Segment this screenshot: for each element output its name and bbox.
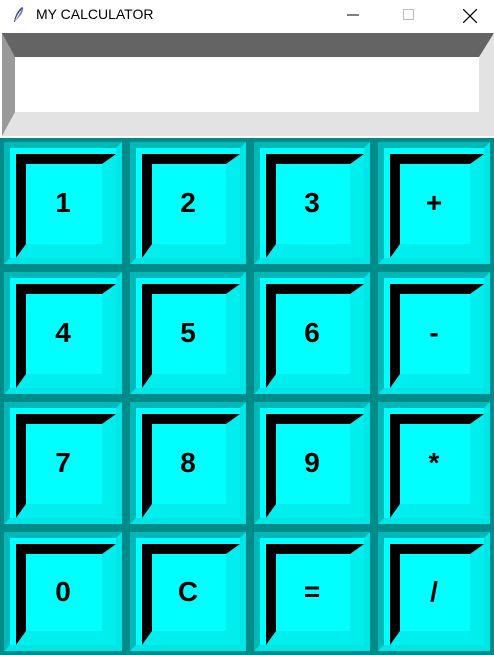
- key-4[interactable]: 4: [0, 268, 126, 398]
- close-icon: [463, 9, 477, 23]
- display-input[interactable]: [15, 57, 479, 112]
- key-label: 6: [304, 317, 320, 348]
- calculator-window: MY CALCULATOR 1 2 3 + 4 5 6 - 7 8 9 * 0 …: [0, 0, 494, 655]
- key-0[interactable]: 0: [0, 528, 126, 655]
- key-2[interactable]: 2: [126, 138, 250, 268]
- key-label: 3: [304, 187, 320, 218]
- key-label: 8: [180, 447, 196, 478]
- key-equals[interactable]: =: [250, 528, 374, 655]
- minimize-icon: [347, 14, 359, 16]
- window-title: MY CALCULATOR: [36, 6, 154, 22]
- close-button[interactable]: [446, 0, 492, 30]
- key-label: 4: [55, 317, 71, 348]
- key-plus[interactable]: +: [374, 138, 494, 268]
- key-label: 2: [180, 187, 196, 218]
- minimize-button[interactable]: [330, 0, 376, 30]
- maximize-icon: [403, 9, 414, 20]
- key-label: 9: [304, 447, 320, 478]
- keypad: 1 2 3 + 4 5 6 - 7 8 9 * 0 C = /: [0, 138, 494, 655]
- display-field-border: [2, 33, 494, 136]
- key-3[interactable]: 3: [250, 138, 374, 268]
- key-8[interactable]: 8: [126, 398, 250, 528]
- key-multiply[interactable]: *: [374, 398, 494, 528]
- key-label: 0: [55, 575, 71, 607]
- key-label: C: [177, 575, 199, 607]
- key-label: 7: [55, 447, 71, 478]
- key-7[interactable]: 7: [0, 398, 126, 528]
- key-label: =: [303, 575, 321, 607]
- key-label: 1: [55, 187, 71, 218]
- key-label: +: [425, 187, 443, 218]
- display-area: [0, 33, 494, 138]
- key-6[interactable]: 6: [250, 268, 374, 398]
- key-9[interactable]: 9: [250, 398, 374, 528]
- key-5[interactable]: 5: [126, 268, 250, 398]
- key-label: -: [429, 317, 439, 348]
- title-bar[interactable]: MY CALCULATOR: [0, 0, 494, 30]
- feather-icon: [14, 7, 24, 22]
- key-label: /: [430, 575, 438, 607]
- key-label: 5: [180, 317, 196, 348]
- key-label: *: [428, 447, 440, 478]
- key-minus[interactable]: -: [374, 268, 494, 398]
- key-divide[interactable]: /: [374, 528, 494, 655]
- maximize-button[interactable]: [386, 0, 432, 30]
- key-clear[interactable]: C: [126, 528, 250, 655]
- key-1[interactable]: 1: [0, 138, 126, 268]
